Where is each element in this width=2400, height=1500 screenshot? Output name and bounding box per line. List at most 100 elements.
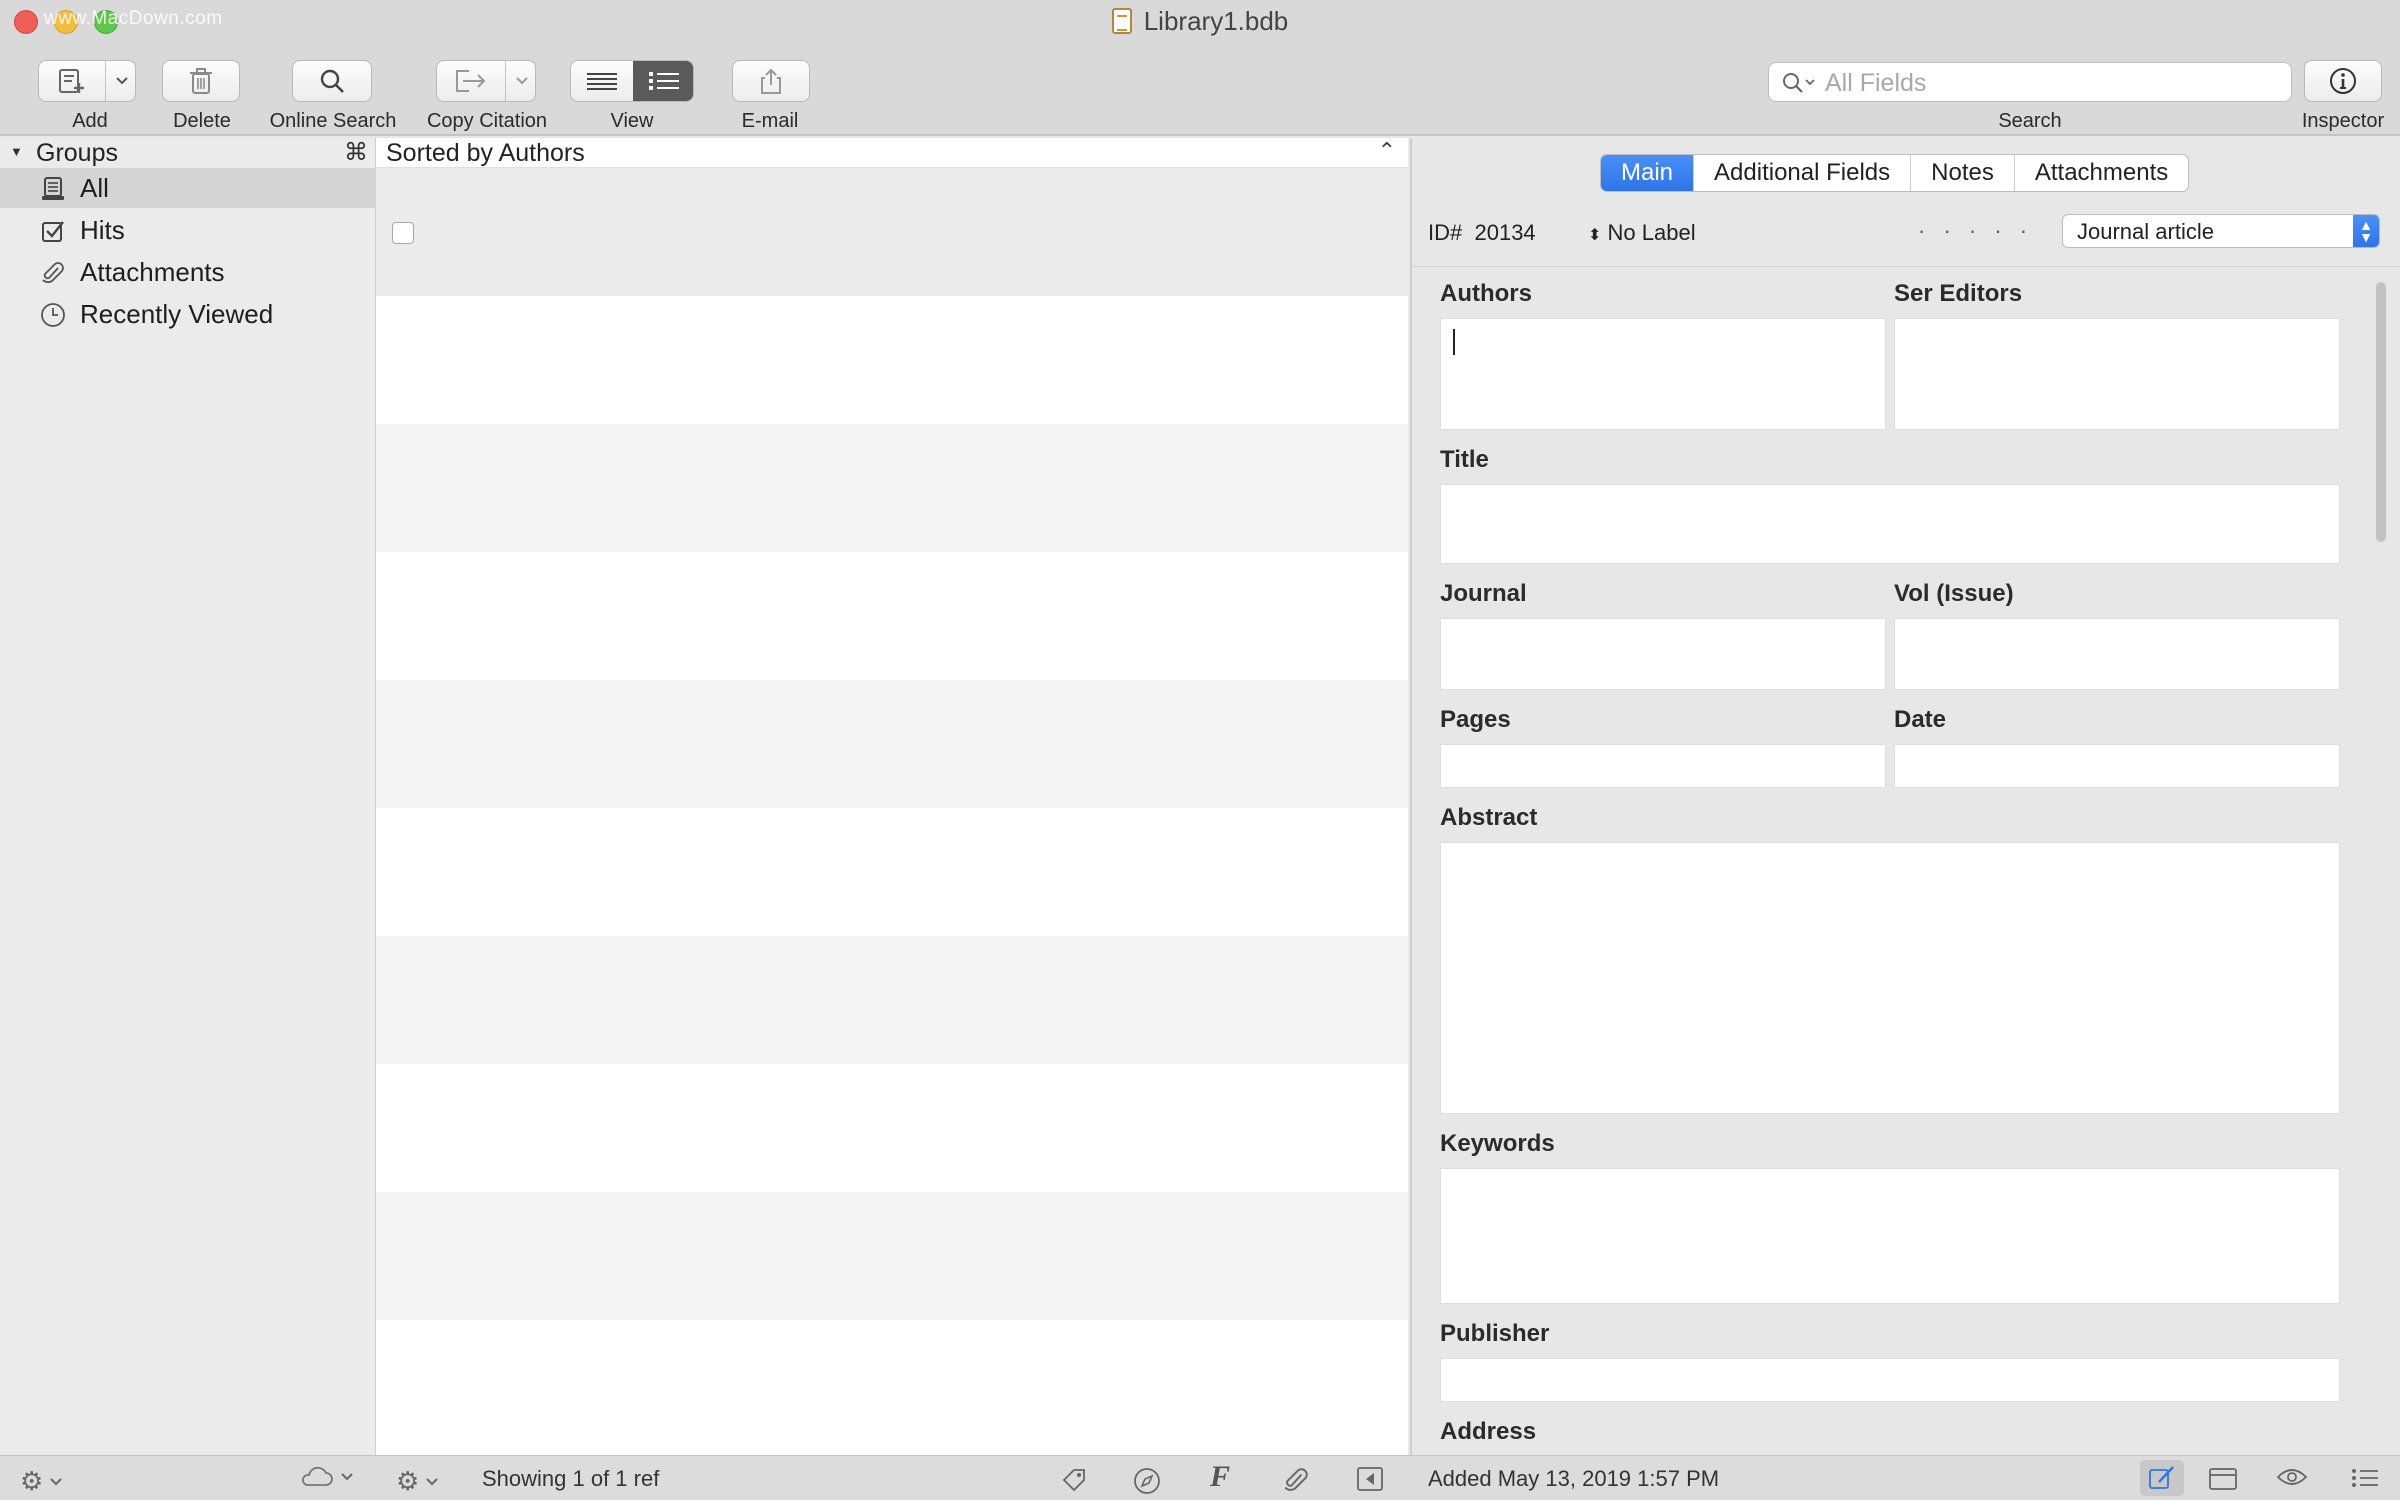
search-field[interactable] xyxy=(1768,62,2292,102)
journal-label: Journal xyxy=(1440,580,1527,607)
view-toggle-button[interactable] xyxy=(2276,1466,2308,1488)
checkbox-icon xyxy=(40,218,66,244)
email-button[interactable] xyxy=(732,60,810,102)
groups-header-label: Groups xyxy=(36,139,118,167)
sidebar-item-label: All xyxy=(80,172,109,203)
scrollbar-thumb[interactable] xyxy=(2376,282,2386,542)
sidebar-item-hits[interactable]: Hits xyxy=(0,210,376,250)
view-label: View xyxy=(610,110,654,132)
table-row xyxy=(376,424,1408,552)
toolbar: www.MacDown.com Library1.bdb Add Delete … xyxy=(0,0,2400,136)
delete-button[interactable] xyxy=(162,60,240,102)
compass-icon xyxy=(1134,1468,1160,1494)
sidebar-action-menu[interactable]: ⚙ xyxy=(20,1466,63,1497)
inspector-scrollbar[interactable] xyxy=(2370,278,2392,1448)
keywords-field[interactable] xyxy=(1440,1168,2340,1304)
sort-header[interactable]: Sorted by Authors ⌃ xyxy=(376,138,1408,168)
gear-icon: ⚙ xyxy=(20,1466,44,1496)
sidebar-item-label: Hits xyxy=(80,214,125,245)
copy-citation-menu-button[interactable] xyxy=(506,61,537,101)
format-icon[interactable]: F xyxy=(1210,1460,1230,1494)
table-row xyxy=(376,296,1408,424)
up-down-arrows-icon: ⬍ xyxy=(1588,227,1602,244)
title-label: Title xyxy=(1440,446,1489,473)
collapse-caret-icon[interactable]: ⌃ xyxy=(1378,138,1396,164)
window-icon xyxy=(2209,1468,2237,1490)
vol-issue-field[interactable] xyxy=(1894,618,2340,690)
table-row xyxy=(376,808,1408,936)
sidebar-item-attachments[interactable]: Attachments xyxy=(0,252,376,292)
reference-id: ID# 20134 xyxy=(1428,220,1536,246)
added-timestamp: Added May 13, 2019 1:57 PM xyxy=(1428,1466,1720,1491)
tab-main[interactable]: Main xyxy=(1601,155,1694,191)
authors-field[interactable] xyxy=(1440,318,1886,430)
abstract-field[interactable] xyxy=(1440,842,2340,1114)
list-icon xyxy=(2352,1469,2378,1487)
id-prefix: ID# xyxy=(1428,220,1463,245)
inspector-button[interactable] xyxy=(2304,60,2382,102)
table-row xyxy=(376,680,1408,808)
keywords-label: Keywords xyxy=(1440,1130,1555,1157)
status-bar: ⚙ ⚙ Showing 1 of 1 ref F Added May 13, 2… xyxy=(0,1455,2400,1500)
window-title: Library1.bdb xyxy=(0,6,2400,37)
row-checkbox[interactable] xyxy=(392,222,414,244)
toggle-pane-button[interactable] xyxy=(1356,1466,1384,1492)
pencil-icon xyxy=(2149,1466,2174,1489)
view-detail-button[interactable] xyxy=(633,61,693,101)
trash-icon xyxy=(190,68,212,94)
share-icon xyxy=(761,68,781,94)
date-field[interactable] xyxy=(1894,744,2340,788)
text-cursor xyxy=(1453,329,1455,355)
label-selector[interactable]: ⬍ No Label xyxy=(1588,220,1696,246)
publisher-field[interactable] xyxy=(1440,1358,2340,1402)
magnifier-icon xyxy=(320,69,344,93)
tab-notes[interactable]: Notes xyxy=(1910,155,2014,191)
journal-field[interactable] xyxy=(1440,618,1886,690)
disclosure-triangle-icon[interactable]: ▼ xyxy=(10,144,23,159)
add-reference-icon xyxy=(59,69,84,93)
tab-attachments[interactable]: Attachments xyxy=(2013,155,2188,191)
list-action-menu[interactable]: ⚙ xyxy=(396,1466,439,1497)
edit-mode-button[interactable] xyxy=(2140,1460,2184,1496)
table-row[interactable] xyxy=(376,168,1408,296)
details-button[interactable] xyxy=(2350,1466,2380,1490)
chevron-down-icon xyxy=(515,77,528,85)
online-search-button[interactable] xyxy=(292,60,372,102)
pages-field[interactable] xyxy=(1440,744,1886,788)
table-row xyxy=(376,1320,1408,1448)
chevron-down-icon xyxy=(115,77,128,85)
title-field[interactable] xyxy=(1440,484,2340,564)
chevron-down-icon xyxy=(50,1477,63,1485)
add-menu-button[interactable] xyxy=(106,61,137,101)
table-row xyxy=(376,1192,1408,1320)
document-icon xyxy=(1111,8,1132,34)
inspector-pane: Main Additional Fields Notes Attachments… xyxy=(1410,138,2400,1455)
sidebar-item-all[interactable]: All xyxy=(0,168,376,208)
copy-citation-button-group xyxy=(436,60,536,102)
groups-sidebar: ▼ Groups All Hits Attachments Recently V… xyxy=(0,138,376,1455)
tag-button[interactable] xyxy=(1060,1466,1088,1494)
command-icon: ⌘ xyxy=(344,139,368,166)
groups-header[interactable]: ▼ Groups xyxy=(0,138,376,168)
detail-list-icon xyxy=(649,72,679,90)
library-icon xyxy=(40,176,66,202)
sync-menu[interactable] xyxy=(298,1466,354,1488)
preview-pane-button[interactable] xyxy=(2208,1466,2238,1492)
browse-button[interactable] xyxy=(1132,1466,1162,1496)
search-input[interactable] xyxy=(1825,69,2275,97)
copy-citation-button[interactable] xyxy=(437,61,505,101)
view-list-button[interactable] xyxy=(571,61,633,101)
attach-button[interactable] xyxy=(1282,1466,1310,1494)
reference-type-select[interactable]: Journal article ▲ ▼ xyxy=(2062,214,2380,248)
delete-label: Delete xyxy=(173,110,231,132)
email-label: E-mail xyxy=(741,110,799,132)
search-label: Search xyxy=(1998,110,2062,132)
chevron-down-icon xyxy=(341,1473,353,1481)
table-row xyxy=(376,552,1408,680)
add-button[interactable] xyxy=(39,61,105,101)
rating-control[interactable]: · · · · · xyxy=(1918,218,2033,244)
sidebar-item-recently-viewed[interactable]: Recently Viewed xyxy=(0,294,376,334)
tab-additional-fields[interactable]: Additional Fields xyxy=(1693,155,1910,191)
sidebar-item-label: Recently Viewed xyxy=(80,298,274,329)
ser-editors-field[interactable] xyxy=(1894,318,2340,430)
